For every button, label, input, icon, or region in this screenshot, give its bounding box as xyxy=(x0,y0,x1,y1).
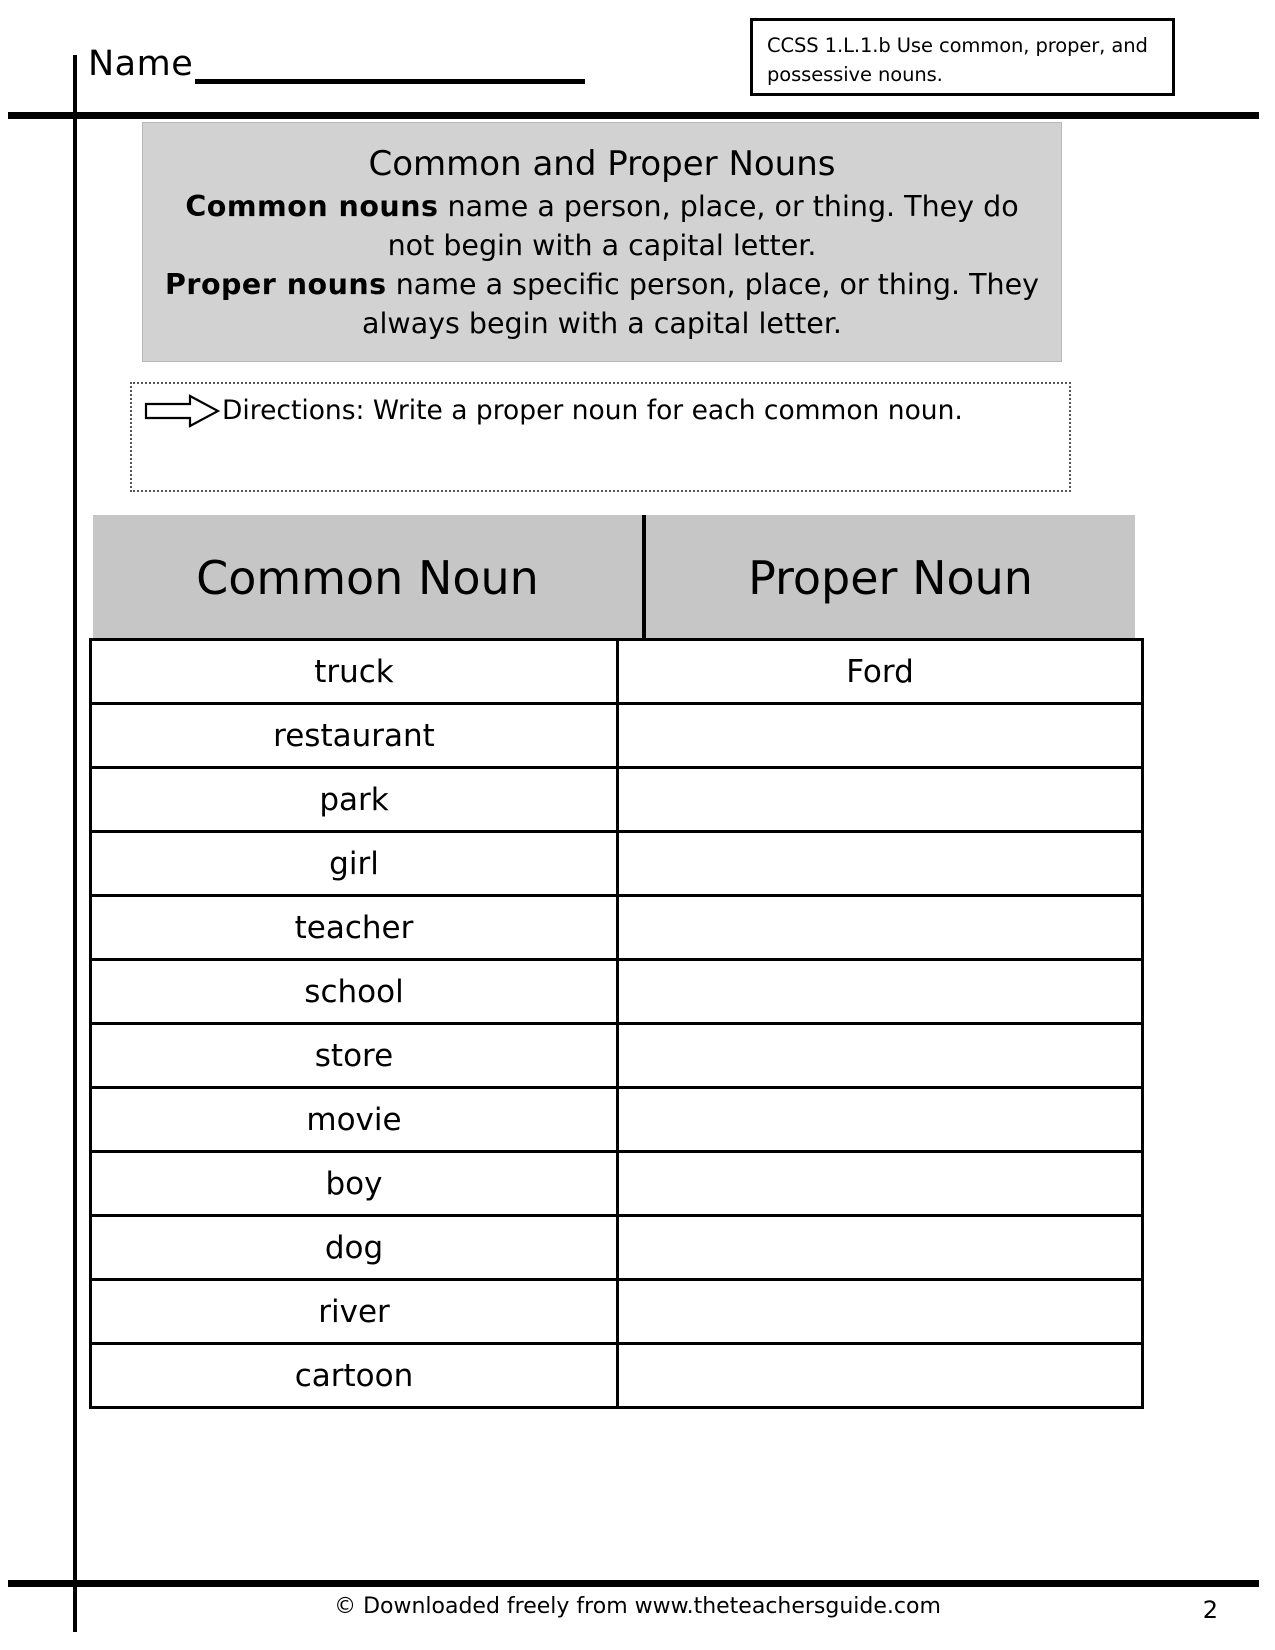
directions-text: Directions: Write a proper noun for each… xyxy=(222,395,963,426)
name-label: Name xyxy=(88,44,194,84)
cell-common-noun: girl xyxy=(89,830,619,897)
noun-table-body: truck Ford restaurant park girl teacher s… xyxy=(89,638,1144,1409)
lesson-title: Common and Proper Nouns xyxy=(368,144,836,184)
table-row: boy xyxy=(89,1150,1144,1217)
lesson-info-box: Common and Proper Nouns Common nouns nam… xyxy=(142,122,1062,362)
worksheet-page: Name CCSS 1.L.1.b Use common, proper, an… xyxy=(0,0,1275,1650)
ccss-standard-text: CCSS 1.L.1.b Use common, proper, and pos… xyxy=(767,34,1148,86)
lesson-rule-proper-text: name a specific person, place, or thing.… xyxy=(362,268,1039,340)
cell-proper-noun[interactable]: Ford xyxy=(616,638,1144,705)
column-header-proper-noun: Proper Noun xyxy=(748,550,1033,605)
table-row: store xyxy=(89,1022,1144,1089)
table-row: park xyxy=(89,766,1144,833)
cell-proper-noun[interactable] xyxy=(616,1342,1144,1409)
cell-proper-noun[interactable] xyxy=(616,1278,1144,1345)
cell-proper-noun[interactable] xyxy=(616,958,1144,1025)
name-field-area: Name xyxy=(88,44,688,104)
directions-box: Directions: Write a proper noun for each… xyxy=(130,382,1071,492)
cell-common-noun: park xyxy=(89,766,619,833)
cell-common-noun: store xyxy=(89,1022,619,1089)
name-input-blank[interactable] xyxy=(195,49,586,84)
cell-common-noun: river xyxy=(89,1278,619,1345)
left-margin-rule xyxy=(73,55,77,1632)
table-row: river xyxy=(89,1278,1144,1345)
table-row: teacher xyxy=(89,894,1144,961)
header-divider-rule xyxy=(8,112,1259,119)
cell-common-noun: restaurant xyxy=(89,702,619,769)
cell-proper-noun[interactable] xyxy=(616,894,1144,961)
table-row: dog xyxy=(89,1214,1144,1281)
lesson-rule-proper: Proper nouns name a specific person, pla… xyxy=(143,265,1061,343)
cell-common-noun: dog xyxy=(89,1214,619,1281)
cell-common-noun: teacher xyxy=(89,894,619,961)
cell-proper-noun[interactable] xyxy=(616,702,1144,769)
table-row: movie xyxy=(89,1086,1144,1153)
footer-divider-rule xyxy=(8,1580,1259,1587)
cell-common-noun: school xyxy=(89,958,619,1025)
noun-table: truck Ford restaurant park girl teacher s… xyxy=(89,638,1144,1409)
cell-common-noun: boy xyxy=(89,1150,619,1217)
column-header-common-noun: Common Noun xyxy=(93,515,646,640)
table-header-row: Common Noun Proper Noun xyxy=(93,515,1135,640)
directions-row: Directions: Write a proper noun for each… xyxy=(144,394,963,428)
right-arrow-icon xyxy=(144,394,220,428)
cell-common-noun: truck xyxy=(89,638,619,705)
lesson-rule-common-text: name a person, place, or thing. They do … xyxy=(387,190,1019,262)
ccss-standard-box: CCSS 1.L.1.b Use common, proper, and pos… xyxy=(750,18,1175,96)
table-row: girl xyxy=(89,830,1144,897)
table-row: truck Ford xyxy=(89,638,1144,705)
cell-proper-noun[interactable] xyxy=(616,1150,1144,1217)
footer-credit: © Downloaded freely from www.theteachers… xyxy=(334,1594,941,1619)
cell-proper-noun[interactable] xyxy=(616,830,1144,897)
lesson-rule-common-term: Common nouns xyxy=(185,190,439,223)
lesson-rule-proper-term: Proper nouns xyxy=(165,268,387,301)
cell-proper-noun[interactable] xyxy=(616,766,1144,833)
cell-proper-noun[interactable] xyxy=(616,1086,1144,1153)
page-number: 2 xyxy=(1202,1596,1218,1624)
cell-common-noun: movie xyxy=(89,1086,619,1153)
cell-proper-noun[interactable] xyxy=(616,1214,1144,1281)
lesson-rule-common: Common nouns name a person, place, or th… xyxy=(143,187,1061,265)
cell-common-noun: cartoon xyxy=(89,1342,619,1409)
cell-proper-noun[interactable] xyxy=(616,1022,1144,1089)
table-row: cartoon xyxy=(89,1342,1144,1409)
table-row: school xyxy=(89,958,1144,1025)
table-row: restaurant xyxy=(89,702,1144,769)
